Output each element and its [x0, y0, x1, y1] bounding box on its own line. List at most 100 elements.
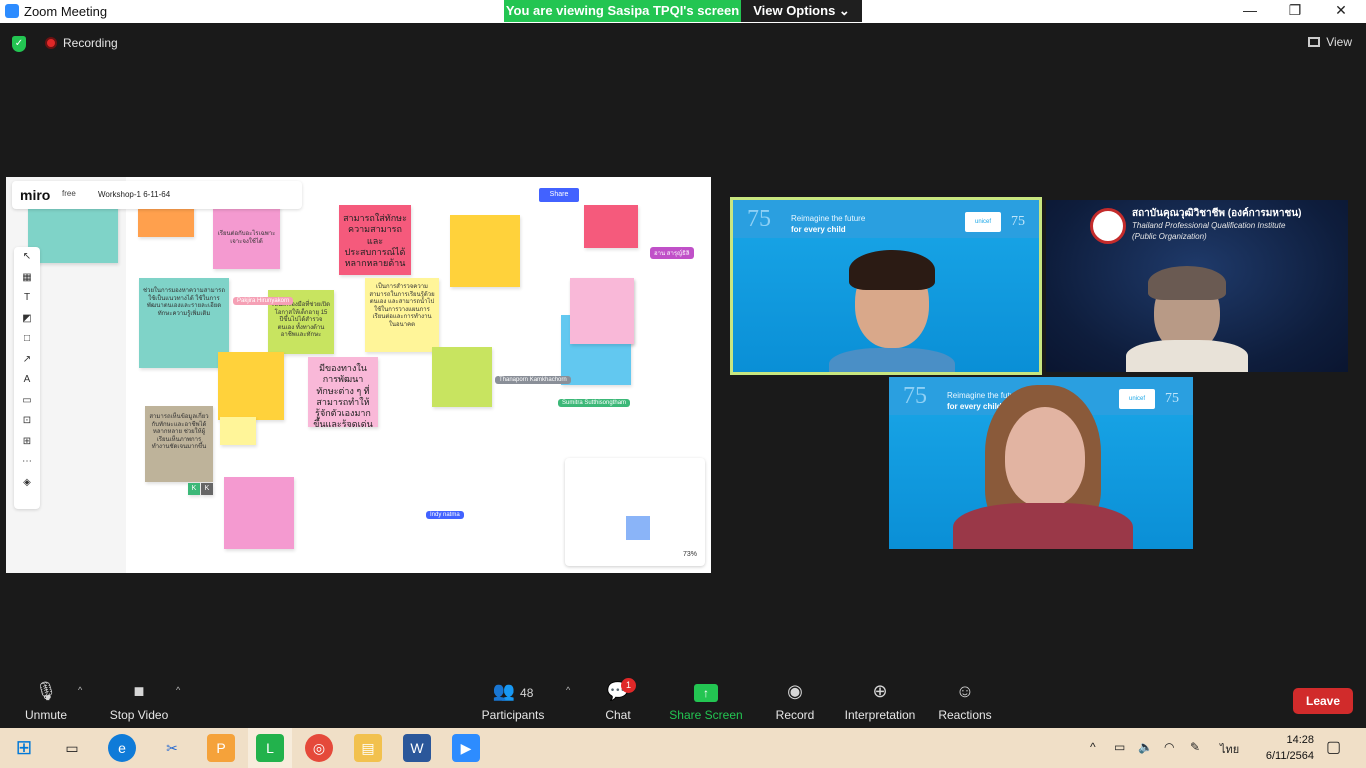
- unmute-label: Unmute: [24, 708, 68, 722]
- shared-screen-miro[interactable]: เรียนต่อกับอะไรเฉพาะเจาะจงใช้ได้ สามารถใ…: [6, 177, 711, 573]
- battery-icon[interactable]: ▭: [1114, 740, 1125, 754]
- recording-label: Recording: [63, 36, 118, 50]
- share-screen-button[interactable]: ↑ Share Screen: [668, 675, 744, 728]
- file-explorer-icon[interactable]: ▤: [354, 734, 382, 762]
- sticky-note[interactable]: [220, 417, 256, 445]
- reactions-button[interactable]: ☺ Reactions: [936, 675, 994, 728]
- tray-overflow-icon[interactable]: ^: [1090, 740, 1096, 754]
- sticky-note[interactable]: เป็นการสำรวจความสามารถในการเรียนรู้ด้วยต…: [365, 278, 439, 352]
- sticky-note[interactable]: [570, 278, 634, 344]
- apps-tool-icon[interactable]: ◈: [14, 473, 40, 494]
- sticky-note[interactable]: เรียนต่อกับอะไรเฉพาะเจาะจงใช้ได้: [213, 205, 280, 269]
- participants-options-caret[interactable]: ^: [560, 675, 572, 728]
- line-tool-icon[interactable]: ↗: [14, 350, 40, 371]
- recording-indicator[interactable]: Recording: [45, 36, 118, 50]
- chat-button[interactable]: 💬 Chat 1: [598, 675, 638, 728]
- word-app-icon[interactable]: W: [403, 734, 431, 762]
- grid-view-icon: [1308, 37, 1321, 47]
- sticky-tool-icon[interactable]: ◩: [14, 309, 40, 330]
- sticky-note[interactable]: ช่วยในการมองหาความสามารถ ใช้เป็นแนวทางได…: [139, 278, 229, 368]
- interpretation-button[interactable]: ⊕ Interpretation: [840, 675, 920, 728]
- tpqi-name-en: Thailand Professional Qualification Inst…: [1132, 221, 1286, 230]
- windows-start-icon[interactable]: ⊞: [10, 734, 38, 762]
- comment-tool-icon[interactable]: ▭: [14, 391, 40, 412]
- unmute-button[interactable]: 🎙 Unmute: [14, 675, 78, 728]
- chevron-up-icon: ^: [78, 685, 83, 695]
- system-clock[interactable]: 14:28 6/11/2564: [1266, 732, 1314, 764]
- sticky-note[interactable]: [224, 477, 294, 549]
- restore-button[interactable]: ❐: [1285, 2, 1305, 20]
- participant-hair: [849, 250, 935, 290]
- unicef-75-logo: 75: [1011, 214, 1025, 229]
- leave-button[interactable]: Leave: [1293, 688, 1353, 714]
- audio-options-caret[interactable]: ^: [72, 675, 84, 728]
- task-view-icon[interactable]: ▭: [58, 734, 86, 762]
- sticky-note[interactable]: [450, 215, 520, 287]
- close-button[interactable]: ✕: [1331, 2, 1351, 20]
- video-tile-tpqi[interactable]: สถาบันคุณวุฒิวิชาชีพ (องค์การมหาชน) Thai…: [1046, 200, 1348, 372]
- windows-taskbar: ⊞ ▭ e ✂ P L ◎ ▤ W ▶ ^ ▭ 🔈 ◠ ✎ ไทย 14:28 …: [0, 728, 1366, 768]
- unicef-75-mark: 75: [903, 383, 927, 409]
- zoom-taskbar-icon[interactable]: ▶: [452, 734, 480, 762]
- video-tile-unicef-2[interactable]: 75 Reimagine the future for every child …: [889, 377, 1193, 549]
- muted-mic-icon: 🎙: [34, 681, 58, 701]
- viewing-label: You are viewing Sasipa TPQI's screen: [504, 0, 741, 22]
- edge-browser-icon[interactable]: e: [108, 734, 136, 762]
- sticky-note[interactable]: มีของทางในการพัฒนาทักษะต่าง ๆ ที่สามารถท…: [308, 357, 378, 427]
- upload-tool-icon[interactable]: ⊞: [14, 432, 40, 453]
- collaborator-cursor: Thanaporn Kamkhachorn: [495, 376, 571, 384]
- template-tool-icon[interactable]: ▦: [14, 268, 40, 289]
- board-name[interactable]: Workshop-1 6-11-64: [98, 190, 170, 199]
- shape-tool-icon[interactable]: □: [14, 329, 40, 350]
- view-label: View: [1326, 35, 1352, 49]
- globe-icon: ⊕: [872, 681, 888, 701]
- view-options-button[interactable]: View Options ⌄: [741, 0, 862, 22]
- meeting-controls: 🎙 Unmute ^ ■ Stop Video ^ 👥 48 Participa…: [0, 675, 1366, 728]
- video-tile-unicef-1[interactable]: 75 Reimagine the future for every child …: [730, 197, 1042, 375]
- sticky-note[interactable]: [432, 347, 492, 407]
- frame-tool-icon[interactable]: ⊡: [14, 411, 40, 432]
- security-shield-icon[interactable]: ✓: [12, 36, 26, 52]
- chat-label: Chat: [605, 708, 631, 722]
- collaborator-cursor: ฮาน สารุญ์ธิลิ: [650, 247, 694, 259]
- more-tools-icon[interactable]: ⋯: [14, 452, 40, 473]
- participants-button[interactable]: 👥 48 Participants: [476, 675, 550, 728]
- sticky-note[interactable]: [218, 352, 284, 420]
- record-button[interactable]: ◉ Record: [772, 675, 818, 728]
- screen-share-banner: You are viewing Sasipa TPQI's screen Vie…: [504, 0, 862, 22]
- volume-icon[interactable]: 🔈: [1138, 740, 1153, 754]
- pen-tool-icon[interactable]: A: [14, 370, 40, 391]
- video-camera-icon: ■: [133, 681, 145, 701]
- miro-share-button[interactable]: Share: [539, 188, 579, 202]
- snipping-tool-icon[interactable]: ✂: [158, 734, 186, 762]
- record-dot-icon: [45, 37, 57, 49]
- chrome-browser-icon[interactable]: ◎: [305, 734, 333, 762]
- sticky-note[interactable]: สามารถเห็นข้อมูลเกี่ยวกับทักษะและอาชีพได…: [145, 406, 213, 482]
- participant-face: [1005, 407, 1085, 507]
- sticky-note[interactable]: [138, 205, 194, 237]
- video-options-caret[interactable]: ^: [170, 675, 182, 728]
- stop-video-button[interactable]: ■ Stop Video: [104, 675, 174, 728]
- language-indicator[interactable]: ไทย: [1220, 740, 1239, 758]
- miro-minimap[interactable]: 73%: [565, 458, 705, 566]
- collaborator-avatar: K: [188, 483, 200, 495]
- sticky-note[interactable]: สามารถใส่ทักษะความสามารถและประสบการณ์ได้…: [339, 205, 411, 275]
- participants-count: 48: [520, 686, 534, 700]
- unicef-tagline-2: for every child: [947, 402, 1002, 411]
- wifi-icon[interactable]: ◠: [1164, 740, 1174, 754]
- notifications-icon[interactable]: ▢: [1326, 737, 1341, 757]
- minimap-viewport[interactable]: [626, 516, 650, 540]
- pdf-app-icon[interactable]: P: [207, 734, 235, 762]
- minimize-button[interactable]: —: [1240, 2, 1260, 20]
- participant-shoulders: [1126, 340, 1248, 372]
- pen-icon[interactable]: ✎: [1190, 740, 1200, 754]
- zoom-level[interactable]: 73%: [683, 551, 697, 558]
- tpqi-seal-icon: [1090, 208, 1126, 244]
- select-tool-icon[interactable]: ↖: [14, 247, 40, 268]
- view-button[interactable]: View: [1308, 35, 1352, 49]
- text-tool-icon[interactable]: T: [14, 288, 40, 309]
- sticky-note[interactable]: [584, 205, 638, 248]
- line-app-icon[interactable]: L: [256, 734, 284, 762]
- unicef-tagline-2: for every child: [791, 225, 846, 234]
- sticky-note[interactable]: [28, 205, 118, 263]
